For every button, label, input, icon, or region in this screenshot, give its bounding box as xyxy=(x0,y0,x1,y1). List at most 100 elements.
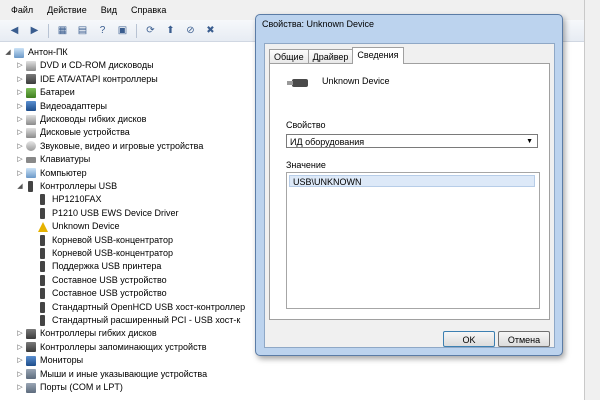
disable-device-icon[interactable]: ⊘ xyxy=(182,22,199,39)
tree-item-label: Порты (COM и LPT) xyxy=(40,382,123,392)
tree-category[interactable]: ▷ Видеоадаптеры xyxy=(16,100,107,113)
tree-item-label: HP1210FAX xyxy=(52,194,102,205)
tab-details[interactable]: Сведения xyxy=(352,47,404,64)
scan-hardware-icon[interactable]: ⟳ xyxy=(142,22,159,39)
tree-category[interactable]: ▷ Клавиатуры xyxy=(16,153,90,166)
tree-device[interactable]: Корневой USB-концентратор xyxy=(28,234,173,247)
menu-help[interactable]: Справка xyxy=(124,0,173,20)
properties-dialog: Свойства: Unknown Device Общие Драйвер С… xyxy=(255,14,563,356)
forward-icon[interactable]: ▶ xyxy=(26,22,43,39)
kb-icon xyxy=(26,156,36,163)
tree-item-label: IDE ATA/ATAPI контроллеры xyxy=(40,73,158,84)
tree-device[interactable]: HP1210FAX xyxy=(28,193,102,206)
uninstall-device-icon[interactable]: ✖ xyxy=(202,22,219,39)
usb-icon xyxy=(28,181,33,192)
background-window-edge xyxy=(584,0,600,400)
tree-category[interactable]: ▷ Батареи xyxy=(16,86,75,99)
tree-item-label: Контроллеры запоминающих устройств xyxy=(40,341,207,352)
expand-triangle-icon[interactable]: ▷ xyxy=(16,167,24,180)
tree-category[interactable]: ▷ DVD и CD-ROM дисководы xyxy=(16,59,154,72)
tree-category[interactable]: ▷ Мыши и иные указывающие устройства xyxy=(16,368,207,381)
tree-item-label: Клавиатуры xyxy=(40,154,91,165)
expand-triangle-icon[interactable]: ▷ xyxy=(16,126,24,139)
expand-triangle-icon[interactable]: ▷ xyxy=(16,86,24,99)
bat-icon xyxy=(26,87,36,98)
pc-icon xyxy=(26,168,36,179)
tree-device[interactable]: Составное USB устройство xyxy=(28,287,167,300)
tree-item-label: Контроллеры гибких дисков xyxy=(40,328,157,339)
expand-triangle-icon[interactable]: ▷ xyxy=(16,59,24,72)
tree-device[interactable]: Составное USB устройство xyxy=(28,274,167,287)
tab-strip: Общие Драйвер Сведения xyxy=(269,47,404,64)
expand-triangle-icon[interactable]: ▷ xyxy=(16,100,24,113)
cancel-button[interactable]: Отмена xyxy=(498,331,550,347)
expand-triangle-icon[interactable]: ▷ xyxy=(16,140,24,153)
tree-item-label: Дисковые устройства xyxy=(40,127,130,138)
value-listbox[interactable]: USB\UNKNOWN xyxy=(286,172,540,309)
tree-category[interactable]: ▷ Компьютер xyxy=(16,167,87,180)
tree-item-label: Стандартный OpenHCD USB хост-контроллер xyxy=(52,301,246,312)
tree-item-label: Видеоадаптеры xyxy=(40,100,107,111)
update-driver-icon[interactable]: ⬆ xyxy=(162,22,179,39)
expand-triangle-icon[interactable]: ▷ xyxy=(16,354,24,367)
show-hide-tree-icon[interactable]: ▦ xyxy=(54,22,71,39)
ok-button[interactable]: OK xyxy=(443,331,495,347)
tree-item-label: Корневой USB-концентратор xyxy=(52,248,173,258)
tree-root[interactable]: ◢ Антон-ПК xyxy=(4,46,68,59)
property-select[interactable]: ИД оборудования ▼ xyxy=(286,134,538,148)
view-icon[interactable]: ▣ xyxy=(114,22,131,39)
tree-item-label: Батареи xyxy=(40,87,75,98)
ctl-icon xyxy=(26,342,36,353)
ctl-icon xyxy=(26,74,36,85)
expand-triangle-icon[interactable]: ▷ xyxy=(16,153,24,166)
chevron-down-icon[interactable]: ▼ xyxy=(526,135,533,149)
properties-icon[interactable]: ▤ xyxy=(74,22,91,39)
tree-category[interactable]: ◢ Контроллеры USB xyxy=(16,180,117,193)
expanded-triangle-icon[interactable]: ◢ xyxy=(16,180,24,193)
back-icon[interactable]: ◀ xyxy=(6,22,23,39)
disk-icon xyxy=(26,60,36,71)
tree-device[interactable]: Поддержка USB принтера xyxy=(28,260,161,273)
tree-category[interactable]: ▷ Порты (COM и LPT) xyxy=(16,381,123,394)
property-select-value: ИД оборудования xyxy=(290,137,365,147)
tab-general[interactable]: Общие xyxy=(269,49,309,64)
expanded-triangle-icon[interactable]: ◢ xyxy=(4,46,12,59)
tree-device[interactable]: Корневой USB-концентратор xyxy=(28,247,173,260)
help-icon[interactable]: ? xyxy=(94,22,111,39)
tree-category[interactable]: ▷ Мониторы xyxy=(16,354,83,367)
expand-triangle-icon[interactable]: ▷ xyxy=(16,368,24,381)
tree-category[interactable]: ▷ Дисководы гибких дисков xyxy=(16,113,146,126)
usb-icon xyxy=(40,288,45,300)
tree-category[interactable]: ▷ Контроллеры запоминающих устройств xyxy=(16,341,206,354)
menu-view[interactable]: Вид xyxy=(94,0,124,20)
expand-triangle-icon[interactable]: ▷ xyxy=(16,341,24,354)
expand-triangle-icon[interactable]: ▷ xyxy=(16,113,24,126)
usb-icon xyxy=(40,315,45,326)
tree-category[interactable]: ▷ Звуковые, видео и игровые устройства xyxy=(16,140,203,153)
usb-icon xyxy=(40,301,45,313)
tree-device[interactable]: Стандартный OpenHCD USB хост-контроллер xyxy=(28,301,245,314)
details-panel: Unknown Device Свойство ИД оборудования … xyxy=(269,63,550,320)
dev-icon xyxy=(26,369,36,380)
value-list-item[interactable]: USB\UNKNOWN xyxy=(289,175,535,187)
expand-triangle-icon[interactable]: ▷ xyxy=(16,327,24,340)
toolbar-separator xyxy=(48,23,49,38)
menu-file[interactable]: Файл xyxy=(4,0,40,20)
tree-device[interactable]: Unknown Device xyxy=(28,220,120,233)
mon-icon xyxy=(26,355,36,366)
tree-category[interactable]: ▷ Дисковые устройства xyxy=(16,126,130,139)
tree-item-label: Мыши и иные указывающие устройства xyxy=(40,368,208,379)
expand-triangle-icon[interactable]: ▷ xyxy=(16,73,24,86)
tree-item-label: Антон-ПК xyxy=(28,47,68,57)
tree-category[interactable]: ▷ Контроллеры гибких дисков xyxy=(16,327,157,340)
tree-category[interactable]: ▷ IDE ATA/ATAPI контроллеры xyxy=(16,73,158,86)
menu-action[interactable]: Действие xyxy=(40,0,94,20)
tab-driver[interactable]: Драйвер xyxy=(307,49,354,64)
tree-device[interactable]: P1210 USB EWS Device Driver xyxy=(28,207,179,220)
disk-icon xyxy=(26,127,36,138)
tree-item-label: P1210 USB EWS Device Driver xyxy=(52,207,179,218)
tree-item-label: Дисководы гибких дисков xyxy=(40,114,147,124)
tree-device[interactable]: Стандартный расширенный PCI - USB хост-к xyxy=(28,314,240,327)
expand-triangle-icon[interactable]: ▷ xyxy=(16,381,24,394)
tree-item-label: Составное USB устройство xyxy=(52,274,167,285)
